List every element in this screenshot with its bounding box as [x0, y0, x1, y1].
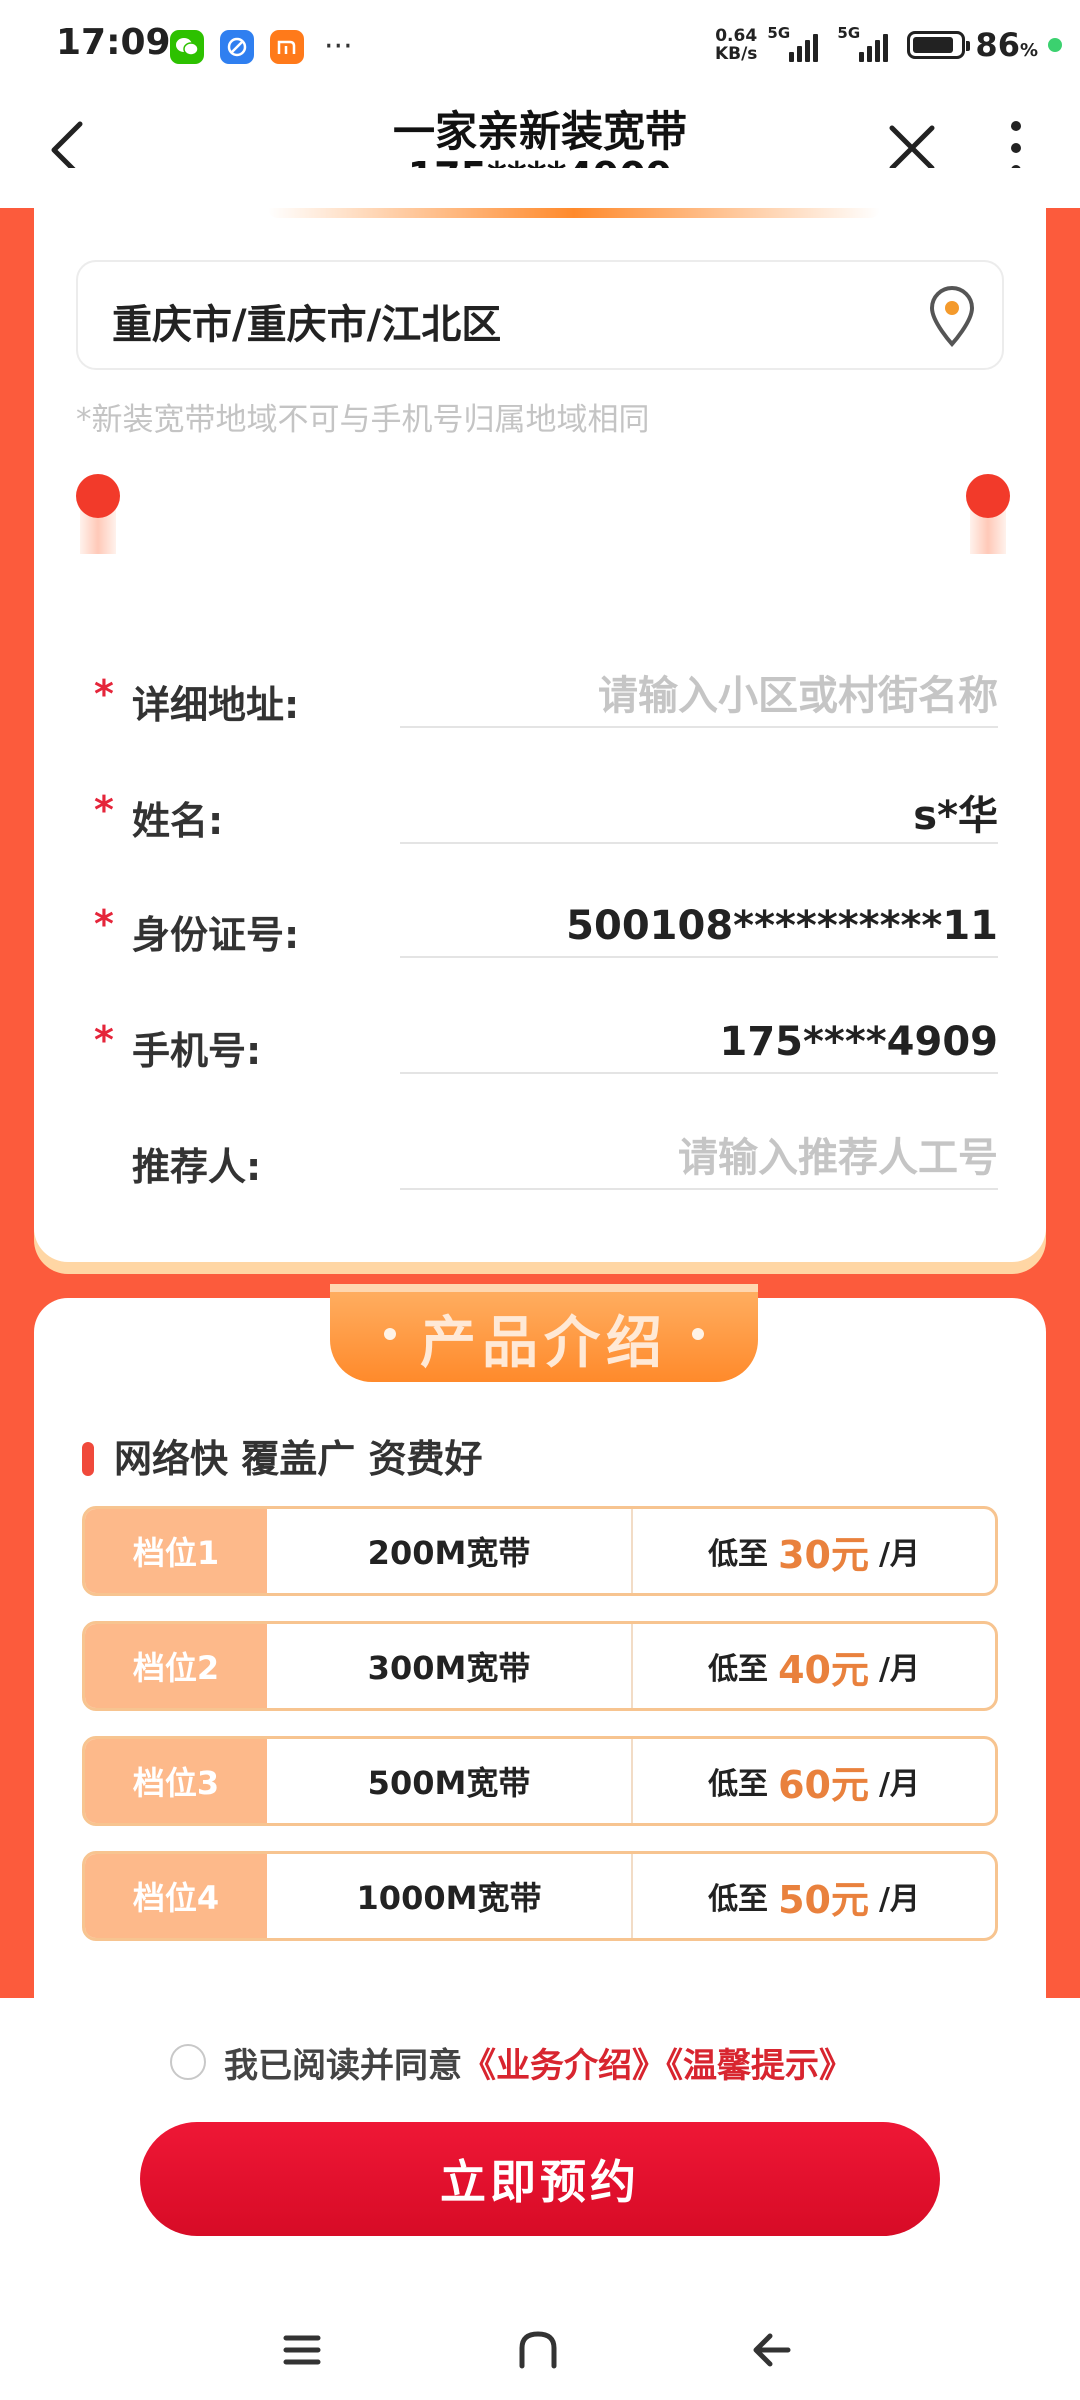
signal-1-icon: 5G	[767, 24, 827, 62]
form-card: * 详细地址: * 姓名: * 身份证号: * 手机号: 推荐人:	[34, 554, 1046, 1262]
tier-price: 低至 50元/月	[708, 1877, 920, 1922]
form-row-address: * 详细地址:	[94, 650, 998, 740]
id-number-label: 身份证号:	[132, 913, 300, 957]
tier-row[interactable]: 档位3 500M宽带 低至 60元/月	[82, 1736, 998, 1826]
form-row-name: * 姓名:	[94, 766, 998, 856]
back-arrow-icon	[753, 2333, 791, 2367]
product-section-badge: 产品介绍	[330, 1284, 758, 1382]
tier-price: 低至 30元/月	[708, 1532, 920, 1577]
id-number-input[interactable]	[400, 896, 998, 958]
decorative-strip	[268, 208, 880, 218]
referrer-label: 推荐人:	[132, 1145, 262, 1189]
feature-marker	[82, 1442, 94, 1476]
book-now-button[interactable]: 立即预约	[140, 2122, 940, 2236]
tips-link[interactable]: 《温馨提示》	[666, 2046, 853, 2086]
tier-row[interactable]: 档位4 1000M宽带 低至 50元/月	[82, 1851, 998, 1941]
phone-input[interactable]	[400, 1012, 998, 1074]
nav-recents-button[interactable]	[272, 2322, 332, 2378]
location-pin-icon	[929, 286, 975, 347]
region-note: *新装宽带地域不可与手机号归属地域相同	[76, 402, 650, 438]
tier-tag: 档位3	[85, 1739, 267, 1823]
form-row-phone: * 手机号:	[94, 996, 998, 1086]
name-label: 姓名:	[132, 799, 224, 843]
tier-speed: 300M宽带	[267, 1624, 633, 1708]
required-mark: *	[94, 1018, 114, 1062]
address-label: 详细地址:	[132, 683, 300, 727]
main-content: 重庆市/重庆市/江北区 *新装宽带地域不可与手机号归属地域相同 * 详细地址: …	[0, 168, 1080, 2058]
phone-label: 手机号:	[132, 1029, 262, 1073]
status-right: 0.64 KB/s 5G 5G 86%	[714, 24, 1062, 64]
product-card: 产品介绍 网络快 覆盖广 资费好 档位1 200M宽带 低至 30元/月 档位2 …	[34, 1284, 1046, 2058]
business-intro-link[interactable]: 《业务介绍》	[462, 2046, 666, 2086]
tier-tag: 档位4	[85, 1854, 267, 1938]
tier-speed: 500M宽带	[267, 1739, 633, 1823]
product-feature: 网络快 覆盖广 资费好	[82, 1428, 482, 1483]
tier-price: 低至 60元/月	[708, 1762, 920, 1807]
region-value: 重庆市/重庆市/江北区	[112, 302, 502, 348]
tier-speed: 200M宽带	[267, 1509, 633, 1593]
tier-row[interactable]: 档位2 300M宽带 低至 40元/月	[82, 1621, 998, 1711]
system-nav-bar	[0, 2300, 1080, 2400]
battery-percent: 86%	[975, 26, 1038, 64]
tier-tag: 档位1	[85, 1509, 267, 1593]
form-row-id: * 身份证号:	[94, 880, 998, 970]
privacy-dot-icon	[1048, 38, 1062, 52]
address-input[interactable]	[400, 666, 998, 728]
browser-icon	[220, 30, 254, 64]
name-input[interactable]	[400, 782, 998, 844]
region-selector[interactable]: 重庆市/重庆市/江北区	[76, 260, 1004, 370]
required-mark: *	[94, 788, 114, 832]
agreement-row: 我已阅读并同意《业务介绍》《温馨提示》	[170, 2040, 853, 2086]
wechat-icon	[170, 30, 204, 64]
network-speed: 0.64 KB/s	[714, 26, 758, 64]
status-app-icons: ···	[170, 30, 353, 64]
referrer-input[interactable]	[400, 1128, 998, 1190]
tier-tag: 档位2	[85, 1624, 267, 1708]
nav-back-button[interactable]	[742, 2322, 802, 2378]
signal-2-icon: 5G	[837, 24, 897, 62]
tier-price: 低至 40元/月	[708, 1647, 920, 1692]
status-bar: 17:09 ··· 0.64 KB/s 5G 5G 86%	[0, 0, 1080, 96]
required-mark: *	[94, 672, 114, 716]
status-more-icon: ···	[324, 29, 353, 64]
tier-row[interactable]: 档位1 200M宽带 低至 30元/月	[82, 1506, 998, 1596]
required-mark: *	[94, 902, 114, 946]
tier-speed: 1000M宽带	[267, 1854, 633, 1938]
agreement-text: 我已阅读并同意	[224, 2045, 462, 2086]
form-row-referrer: 推荐人:	[94, 1112, 998, 1202]
battery-icon	[907, 31, 971, 59]
home-icon	[519, 2331, 557, 2369]
mi-icon	[270, 30, 304, 64]
agreement-checkbox[interactable]	[170, 2044, 206, 2080]
menu-icon	[283, 2335, 321, 2365]
nav-home-button[interactable]	[508, 2322, 568, 2378]
status-time: 17:09	[56, 22, 171, 63]
